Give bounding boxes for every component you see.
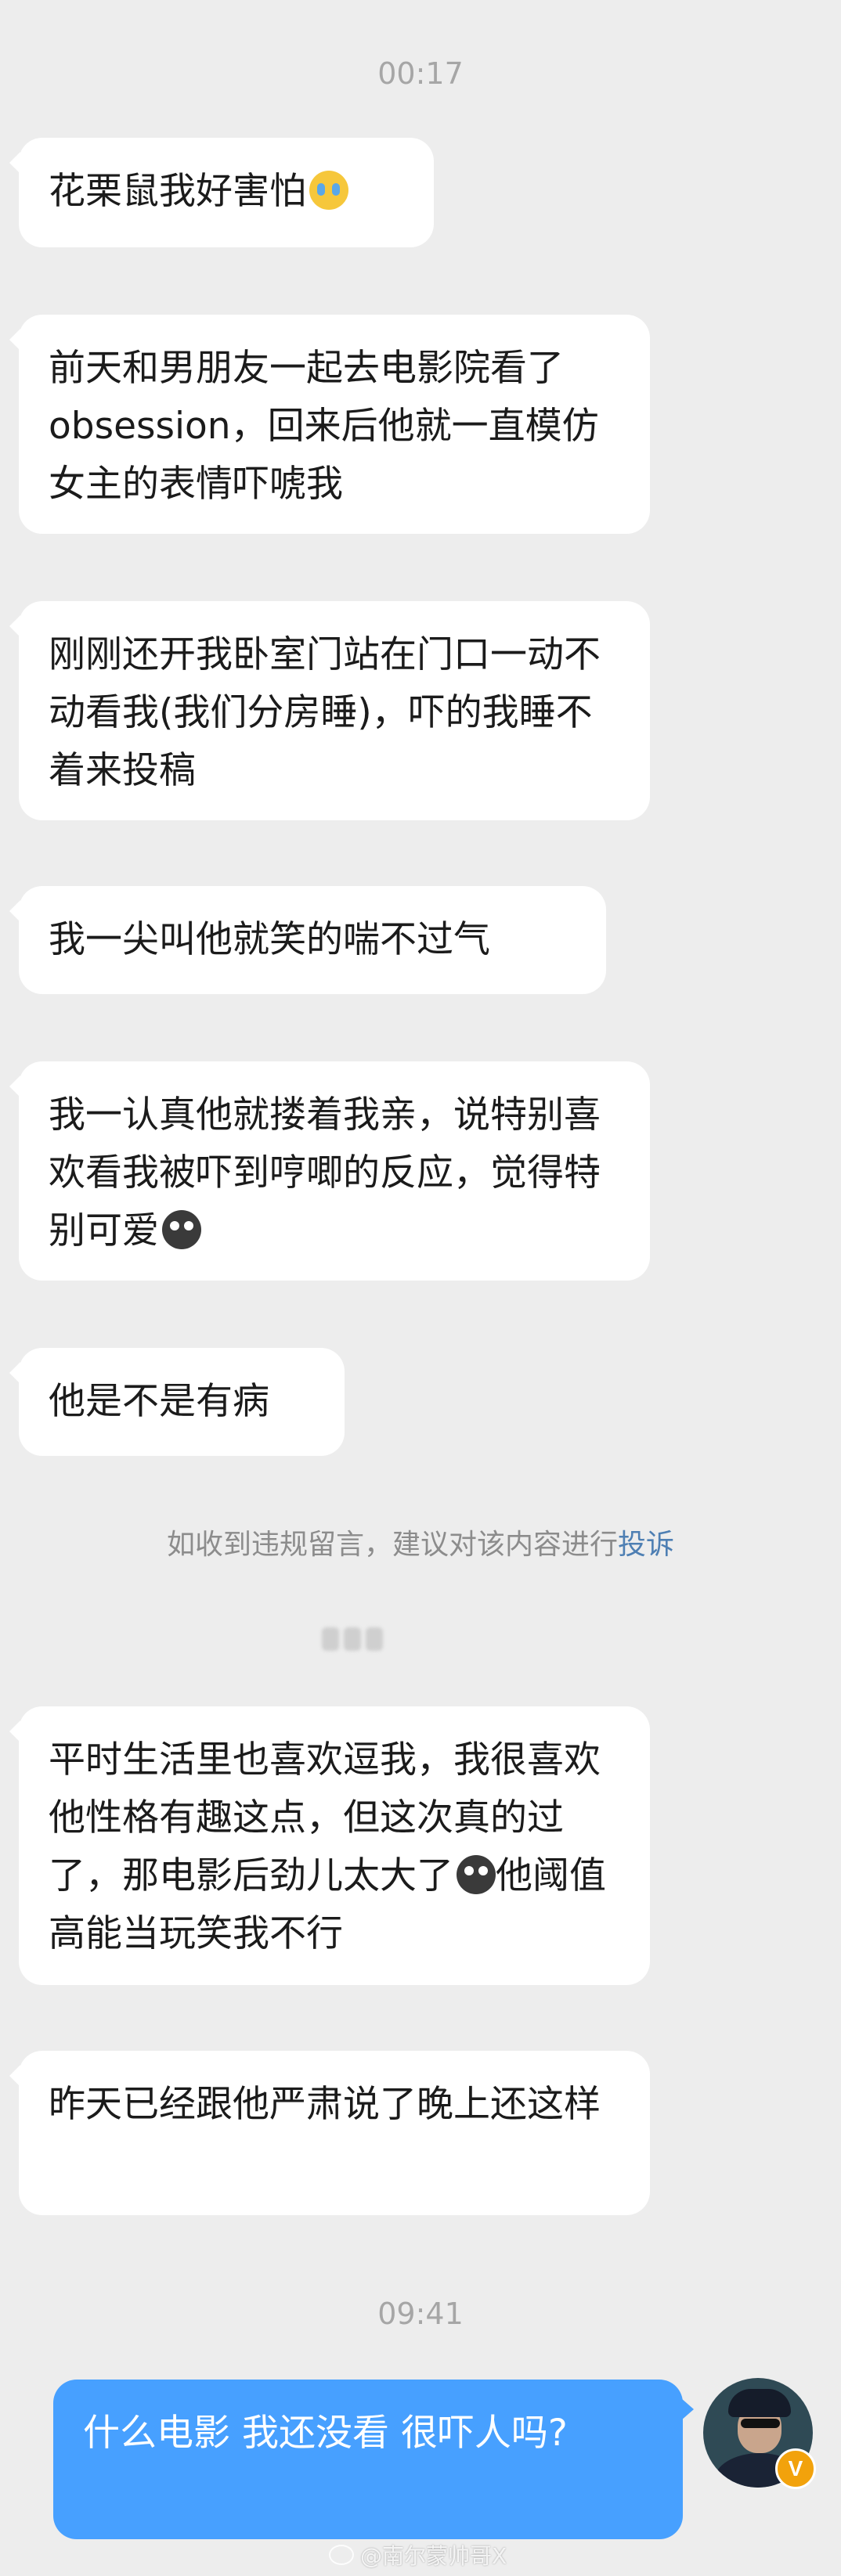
report-link[interactable]: 投诉 (618, 1529, 674, 1561)
message-bubble[interactable]: 我一认真他就搂着我亲，说特别喜欢看我被吓到哼唧的反应，觉得特别可爱 (9, 1061, 650, 1281)
message-bubble[interactable]: 我一尖叫他就笑的喘不过气 (9, 886, 606, 994)
blur-block (366, 1627, 383, 1651)
verified-badge-icon: V (775, 2448, 816, 2489)
message-text: 前天和男朋友一起去电影院看了obsession，回来后他就一直模仿女主的表情吓唬… (49, 347, 599, 506)
message-bubble[interactable]: 前天和男朋友一起去电影院看了obsession，回来后他就一直模仿女主的表情吓唬… (9, 315, 650, 534)
message-bubble[interactable]: 刚刚还开我卧室门站在门口一动不动看我(我们分房睡)，吓的我睡不着来投稿 (9, 601, 650, 820)
message-bubble[interactable]: 平时生活里也喜欢逗我，我很喜欢他性格有趣这点，但这次真的过了，那电影后劲儿太大了… (9, 1706, 650, 1985)
reply-text: 什么电影 我还没看 很吓人吗? (83, 2412, 568, 2455)
message-bubble[interactable]: 昨天已经跟他严肃说了晚上还这样 (9, 2051, 650, 2215)
message-text: 我一尖叫他就笑的喘不过气 (49, 918, 490, 961)
timestamp: 00:17 (377, 56, 464, 91)
watermark-text: @南尔蒙帅哥X (360, 2543, 507, 2569)
system-notice-text: 如收到违规留言，建议对该内容进行 (166, 1529, 618, 1561)
reply-bubble[interactable]: 什么电影 我还没看 很吓人吗? (53, 2380, 694, 2539)
dark-sweat-face-icon (162, 1210, 201, 1249)
watermark: @南尔蒙帅哥X (329, 2539, 507, 2571)
blur-block (322, 1627, 339, 1651)
weibo-icon (329, 2545, 354, 2565)
message-text: 花栗鼠我好害怕 (49, 170, 306, 213)
message-text: 他是不是有病 (49, 1380, 269, 1423)
avatar-cap (728, 2389, 791, 2417)
crying-face-icon (309, 171, 348, 210)
blurred-sender-name (313, 1623, 392, 1655)
blur-block (344, 1627, 361, 1651)
message-bubble[interactable]: 花栗鼠我好害怕 (9, 138, 434, 247)
timestamp: 09:41 (377, 2297, 464, 2331)
message-text: 我一认真他就搂着我亲，说特别喜欢看我被吓到哼唧的反应，觉得特别可爱 (49, 1093, 601, 1252)
message-text: 昨天已经跟他严肃说了晚上还这样 (49, 2083, 601, 2126)
message-text: 刚刚还开我卧室门站在门口一动不动看我(我们分房睡)，吓的我睡不着来投稿 (49, 633, 601, 792)
system-notice: 如收到违规留言，建议对该内容进行投诉 (0, 1528, 841, 1562)
avatar-sunglasses (741, 2419, 780, 2428)
message-bubble[interactable]: 他是不是有病 (9, 1348, 345, 1456)
dark-sweat-face-icon (457, 1855, 496, 1894)
